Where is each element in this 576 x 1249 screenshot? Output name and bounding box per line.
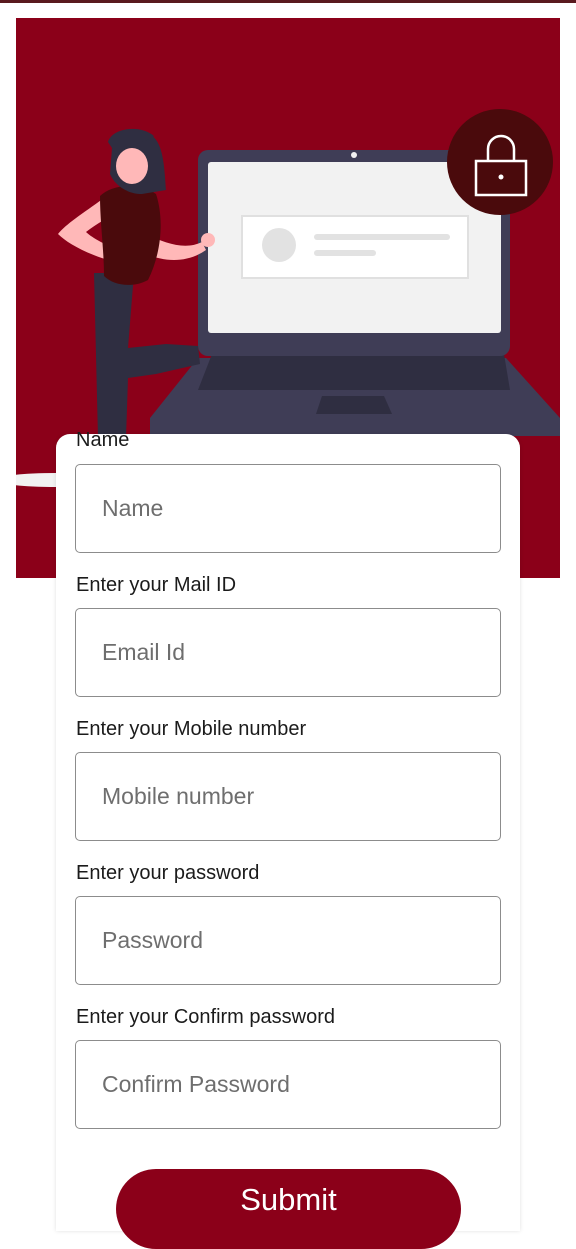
name-input[interactable] bbox=[75, 464, 501, 553]
password-label: Enter your password bbox=[76, 862, 260, 884]
email-input[interactable] bbox=[75, 608, 501, 697]
submit-button[interactable]: Submit bbox=[116, 1169, 461, 1249]
laptop-keyboard bbox=[198, 354, 510, 390]
signup-form: Name Enter your Mail ID Enter your Mobil… bbox=[56, 429, 520, 1249]
email-label: Enter your Mail ID bbox=[76, 574, 237, 596]
screen-avatar bbox=[262, 228, 296, 262]
password-input[interactable] bbox=[75, 896, 501, 985]
screen-line-1 bbox=[314, 234, 450, 240]
confirm-password-label: Enter your Confirm password bbox=[76, 1006, 335, 1028]
confirm-password-input[interactable] bbox=[75, 1040, 501, 1129]
name-label: Name bbox=[76, 429, 130, 451]
laptop-trackpad bbox=[316, 396, 392, 414]
screen-line-2 bbox=[314, 250, 376, 256]
padlock-icon bbox=[447, 109, 553, 215]
status-bar-strip bbox=[0, 0, 576, 3]
laptop-camera bbox=[351, 152, 357, 158]
mobile-input[interactable] bbox=[75, 752, 501, 841]
mobile-label: Enter your Mobile number bbox=[76, 718, 307, 740]
